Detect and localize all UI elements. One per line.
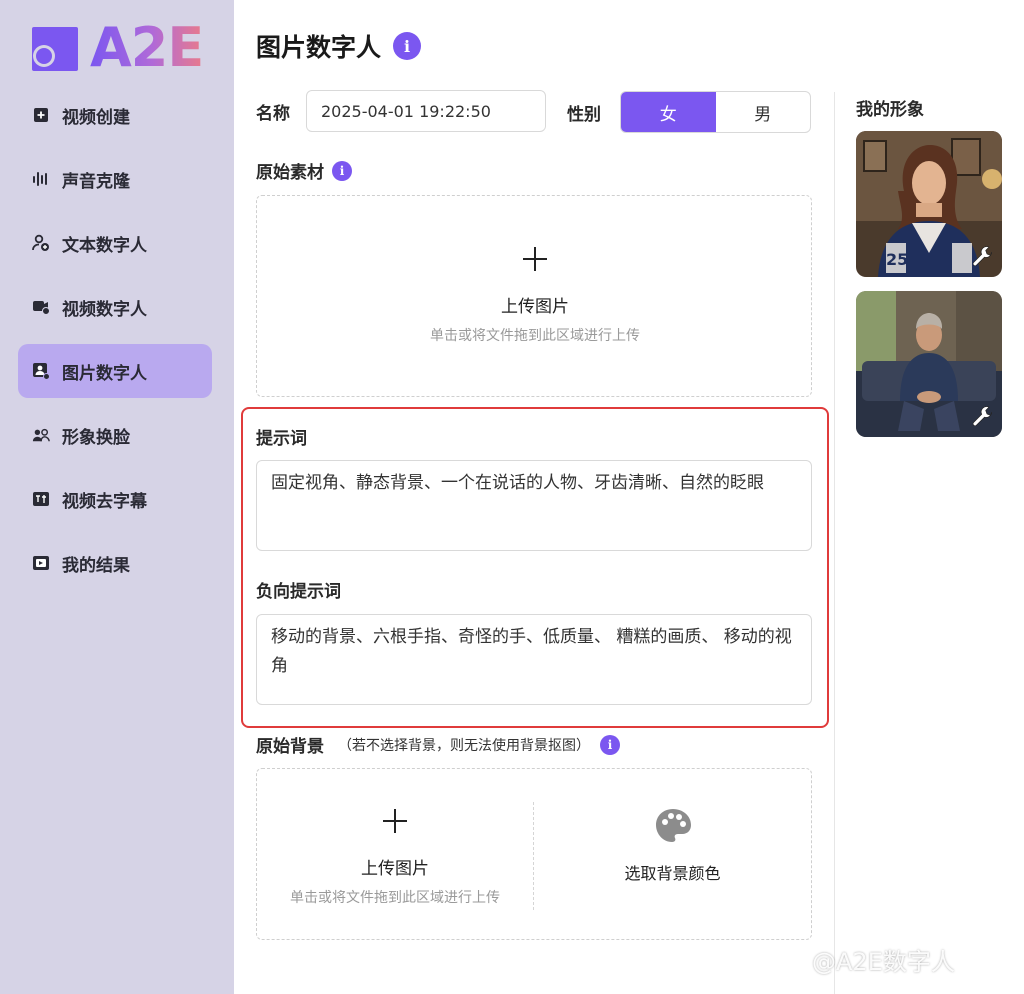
name-input[interactable]: 2025-04-01 19:22:50	[306, 90, 546, 132]
info-icon[interactable]: i	[600, 734, 620, 755]
upload-title: 上传图片	[501, 297, 569, 317]
background-hint: （若不选择背景，则无法使用背景抠图）	[338, 737, 590, 754]
plus-square-icon	[32, 106, 50, 124]
sidebar-item-video-create[interactable]: 视频创建	[18, 88, 212, 142]
upload-hint: 单击或将文件拖到此区域进行上传	[430, 328, 640, 344]
sidebar-item-label: 图片数字人	[62, 363, 147, 384]
svg-text:25: 25	[886, 250, 908, 269]
right-panel-divider	[834, 92, 835, 994]
logo-mark-icon	[30, 23, 80, 73]
pick-color-label: 选取背景颜色	[624, 864, 721, 883]
page-title: 图片数字人	[256, 33, 382, 62]
source-section-header: 原始素材 i	[256, 158, 352, 183]
video-user-icon	[32, 298, 50, 316]
sidebar-item-label: 视频创建	[62, 107, 130, 128]
sidebar-item-label: 视频数字人	[62, 299, 147, 320]
sidebar-item-voice-clone[interactable]: 声音克隆	[18, 152, 212, 206]
upload-hint: 单击或将文件拖到此区域进行上传	[290, 890, 500, 906]
prompt-textarea[interactable]: 固定视角、静态背景、一个在说话的人物、牙齿清晰、自然的眨眼	[256, 460, 812, 551]
watermark: @A2E数字人	[812, 948, 955, 976]
background-label: 原始背景	[256, 737, 324, 757]
sidebar-item-my-results[interactable]: 我的结果	[18, 536, 212, 590]
sidebar-item-label: 文本数字人	[62, 235, 147, 256]
waveform-icon	[32, 170, 50, 188]
negative-prompt-label: 负向提示词	[256, 582, 341, 602]
image-user-icon	[32, 362, 50, 380]
negative-prompt-textarea[interactable]: 移动的背景、六根手指、奇怪的手、低质量、 糟糕的画质、 移动的视角	[256, 614, 812, 705]
sidebar-item-label: 声音克隆	[62, 171, 130, 192]
logo-text: A2E	[90, 16, 204, 79]
gender-label: 性别	[567, 105, 601, 125]
sidebar-item-face-swap[interactable]: 形象换脸	[18, 408, 212, 462]
wrench-icon[interactable]	[970, 245, 996, 271]
page-header: 图片数字人 i	[256, 28, 422, 64]
sidebar-item-subtitle-remove[interactable]: 视频去字幕	[18, 472, 212, 526]
my-avatars-title: 我的形象	[856, 100, 924, 120]
results-icon	[32, 554, 50, 572]
prompt-label: 提示词	[256, 429, 307, 449]
wrench-icon[interactable]	[970, 405, 996, 431]
divider	[533, 802, 534, 910]
info-icon[interactable]: i	[332, 160, 352, 181]
background-section-header: 原始背景 （若不选择背景，则无法使用背景抠图） i	[256, 732, 620, 757]
upload-title: 上传图片	[361, 859, 429, 879]
sidebar-item-label: 形象换脸	[62, 427, 130, 448]
logo: A2E	[30, 16, 204, 79]
sidebar-nav: 视频创建 声音克隆 文本数字人 视频数字人 图片数字人 形象换脸 视频去字幕 我…	[18, 88, 212, 600]
info-icon[interactable]: i	[393, 32, 422, 60]
sidebar-item-label: 视频去字幕	[62, 491, 147, 512]
palette-icon	[653, 806, 693, 850]
sidebar-item-label: 我的结果	[62, 555, 130, 576]
sidebar-item-image-avatar[interactable]: 图片数字人	[18, 344, 212, 398]
pick-background-color-button[interactable]: 选取背景颜色	[535, 806, 810, 884]
name-label: 名称	[256, 103, 290, 124]
gender-option-female[interactable]: 女	[621, 92, 716, 132]
subtitle-remove-icon	[32, 490, 50, 508]
source-label: 原始素材	[256, 163, 324, 183]
avatar-card-woman[interactable]: 25	[856, 131, 1002, 277]
sidebar: A2E 视频创建 声音克隆 文本数字人 视频数字人 图片数字人 形象换脸 视频去…	[0, 0, 234, 994]
gender-toggle: 女 男	[620, 91, 811, 133]
plus-icon	[521, 244, 549, 280]
background-upload-button[interactable]: 上传图片 单击或将文件拖到此区域进行上传	[258, 806, 532, 907]
user-text-icon	[32, 234, 50, 252]
avatar-card-man[interactable]	[856, 291, 1002, 437]
face-swap-icon	[32, 426, 50, 444]
gender-option-male[interactable]: 男	[716, 92, 811, 132]
sidebar-item-text-avatar[interactable]: 文本数字人	[18, 216, 212, 270]
sidebar-item-video-avatar[interactable]: 视频数字人	[18, 280, 212, 334]
name-row: 名称 2025-04-01 19:22:50	[256, 90, 546, 132]
source-upload-dropzone[interactable]: 上传图片 单击或将文件拖到此区域进行上传	[256, 195, 812, 397]
plus-icon	[381, 806, 409, 842]
